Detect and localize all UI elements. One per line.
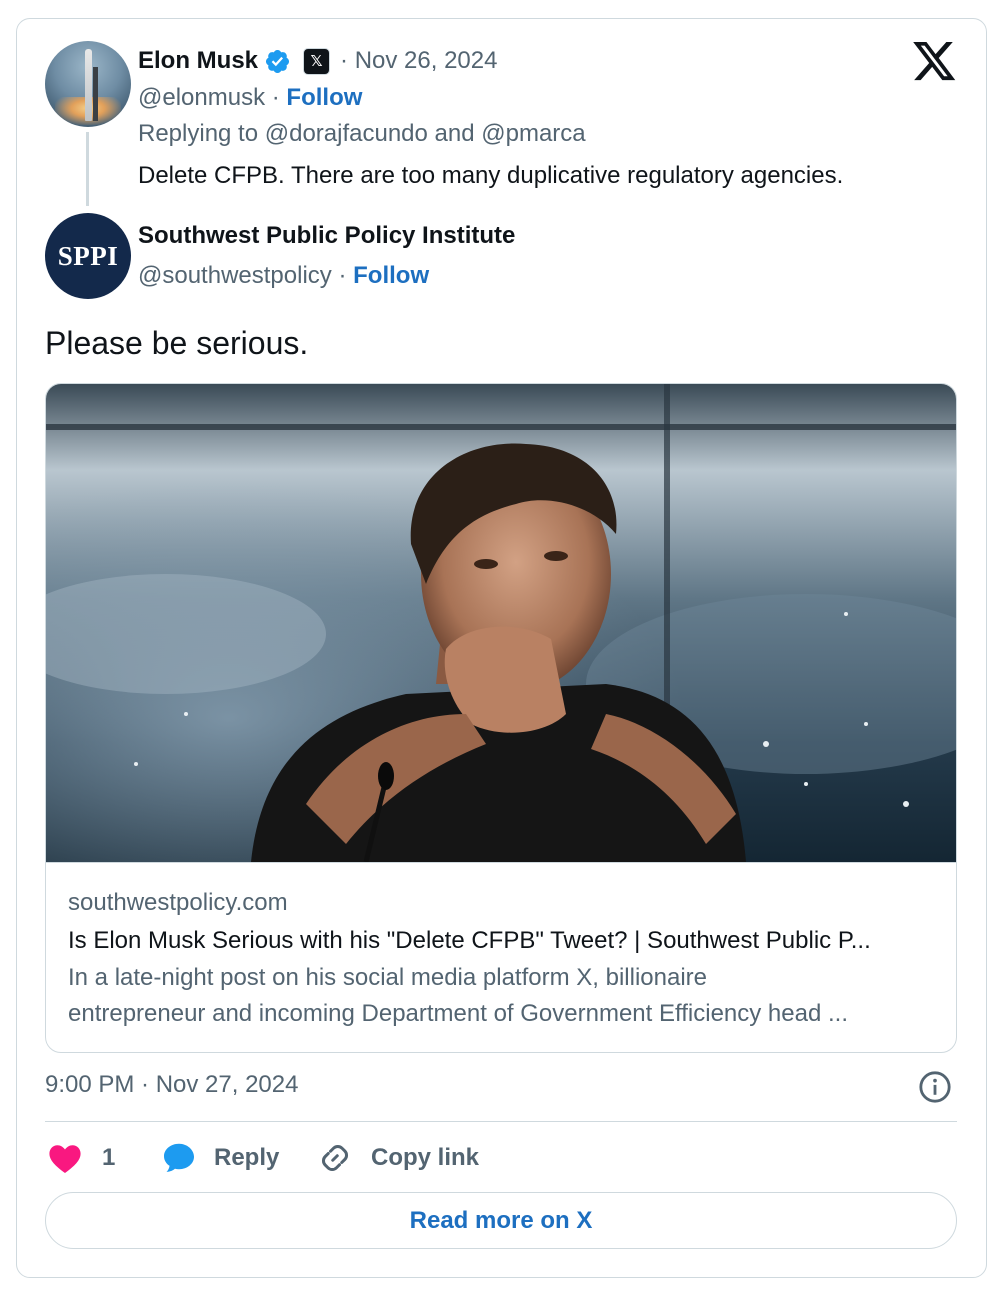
like-count: 1 [102,1144,116,1171]
reply-label: Reply [214,1144,280,1171]
link-domain: southwestpolicy.com [68,889,288,916]
parent-tweet-date[interactable]: · Nov 26, 2024 [340,47,497,75]
main-handle-row: @southwestpolicy · Follow [138,262,429,290]
copy-link-button[interactable]: Copy link [317,1138,479,1178]
heart-icon [49,1145,81,1174]
reply-button[interactable]: Reply [160,1138,279,1178]
tweet-timestamp[interactable]: 9:00 PM · Nov 27, 2024 [45,1071,298,1099]
read-more-on-x-button[interactable]: Read more on X [45,1192,957,1249]
info-icon[interactable] [918,1070,952,1104]
separator-dot: · [338,262,354,289]
parent-handle-row: @elonmusk · Follow [138,84,362,112]
speech-bubble-icon [164,1143,194,1172]
link-preview-card[interactable]: southwestpolicy.com Is Elon Musk Serious… [45,383,957,1053]
follow-southwestpolicy-button[interactable]: Follow [353,262,429,289]
parent-handle[interactable]: @elonmusk [138,84,265,111]
article-photo [46,384,956,862]
parent-tweet-text: Delete CFPB. There are too many duplicat… [138,162,844,189]
sppi-avatar[interactable]: SPPI [45,213,131,299]
parent-author-row: Elon Musk 𝕏 · Nov 26, 2024 [138,44,497,78]
replying-to-text: Replying to @dorajfacundo and @pmarca [138,120,586,147]
link-preview-meta: southwestpolicy.com Is Elon Musk Serious… [46,862,956,1052]
parent-date-text: Nov 26, 2024 [354,47,498,74]
avatar-launch-tower [93,67,98,121]
follow-elon-button[interactable]: Follow [286,84,362,111]
like-button[interactable]: 1 [48,1138,115,1178]
avatar-rocket [85,49,92,121]
parent-author-name[interactable]: Elon Musk [138,47,258,75]
verified-badge-icon [265,49,290,73]
footer-divider [45,1121,957,1122]
main-handle[interactable]: @southwestpolicy [138,262,332,289]
separator-dot: · [271,84,287,111]
link-icon [322,1145,348,1171]
sppi-avatar-text: SPPI [57,240,119,271]
thread-connector-line [86,132,89,206]
link-title: Is Elon Musk Serious with his "Delete CF… [68,927,871,954]
main-author-name[interactable]: Southwest Public Policy Institute [138,222,515,250]
x-affiliate-badge-icon: 𝕏 [303,47,331,75]
main-tweet-text: Please be serious. [45,325,309,361]
link-description-line-2: entrepreneur and incoming Department of … [68,1000,848,1027]
copy-link-label: Copy link [371,1144,480,1171]
link-description-line-1: In a late-night post on his social media… [68,964,707,991]
elon-musk-avatar[interactable] [45,41,131,127]
x-logo-icon[interactable] [913,42,957,82]
